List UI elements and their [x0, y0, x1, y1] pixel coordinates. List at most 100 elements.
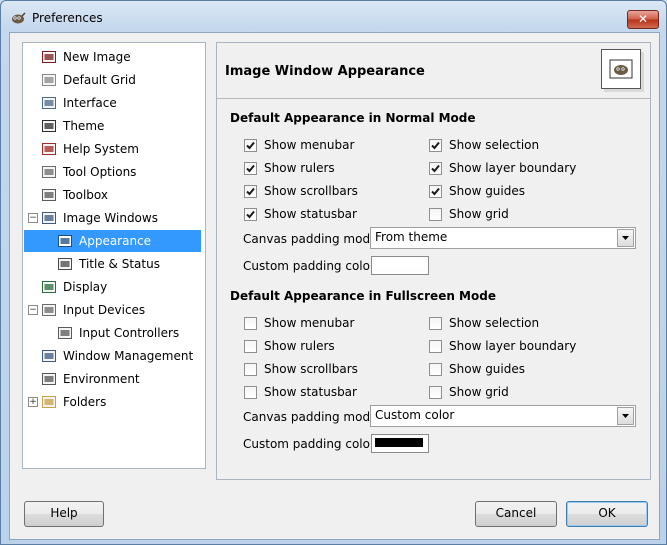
checkbox-label: Show layer boundary [449, 339, 577, 353]
sidebar-item-new-image[interactable]: New Image [24, 46, 202, 68]
theme-icon [41, 118, 57, 134]
window-management-icon [41, 348, 57, 364]
expand-icon[interactable]: + [28, 397, 38, 407]
sidebar-item-help-system[interactable]: Help System [24, 138, 202, 160]
environment-icon [41, 371, 57, 387]
checkbox-empty-icon[interactable] [244, 363, 257, 376]
display-icon [41, 279, 57, 295]
sidebar-item-appearance[interactable]: Appearance [24, 230, 201, 252]
sidebar-item-input-controllers[interactable]: Input Controllers [24, 322, 202, 344]
sidebar-item-interface[interactable]: Interface [24, 92, 202, 114]
tool-options-icon [41, 164, 57, 180]
checkmark-icon[interactable] [244, 139, 257, 152]
checkmark-icon[interactable] [244, 162, 257, 175]
checkbox-label: Show statusbar [264, 207, 357, 221]
sidebar-item-label: Help System [63, 142, 139, 156]
checkbox-label: Show grid [449, 385, 509, 399]
checkbox-label: Show guides [449, 362, 526, 376]
gimp-app-icon [10, 11, 26, 25]
sidebar-item-label: Display [63, 280, 108, 294]
appearance-page-icon [601, 49, 641, 89]
chevron-down-icon[interactable] [617, 407, 634, 425]
checkmark-icon[interactable] [244, 185, 257, 198]
sidebar-item-theme[interactable]: Theme [24, 115, 202, 137]
interface-icon [41, 95, 57, 111]
checkbox-empty-icon[interactable] [429, 363, 442, 376]
sidebar-item-label: Interface [63, 96, 117, 110]
sidebar-item-window-management[interactable]: Window Management [24, 345, 202, 367]
checkbox-label: Show scrollbars [264, 362, 358, 376]
checkmark-icon[interactable] [429, 139, 442, 152]
sidebar-item-tool-options[interactable]: Tool Options [24, 161, 202, 183]
sidebar-item-title-status[interactable]: Title & Status [24, 253, 202, 275]
sidebar-item-folders[interactable]: + Folders [24, 391, 202, 413]
cancel-button-label: Cancel [495, 506, 537, 520]
normal-padding-color-label: Custom padding color: [243, 259, 379, 273]
image-windows-icon [41, 210, 57, 226]
input-controllers-icon [57, 325, 73, 341]
title-status-icon [57, 256, 73, 272]
grid-icon [41, 72, 57, 88]
chevron-down-icon[interactable] [617, 229, 634, 247]
sidebar-item-toolbox[interactable]: Toolbox [24, 184, 202, 206]
dialog-body: New Image Default Grid Interface Theme Help … [9, 32, 660, 540]
sidebar-item-environment[interactable]: Environment [24, 368, 202, 390]
checkbox-empty-icon[interactable] [244, 317, 257, 330]
checkbox-label: Show rulers [264, 161, 335, 175]
checkbox-empty-icon[interactable] [429, 317, 442, 330]
sidebar-item-image-windows[interactable]: − Image Windows [24, 207, 202, 229]
checkbox-label: Show guides [449, 184, 526, 198]
checkbox-label: Show rulers [264, 339, 335, 353]
checkbox-label: Show menubar [264, 316, 355, 330]
help-system-icon [41, 141, 57, 157]
sidebar-item-label: Theme [63, 119, 105, 133]
fullscreen-padding-mode-select[interactable]: Custom color [370, 405, 636, 427]
collapse-icon[interactable]: − [28, 213, 38, 223]
sidebar-item-label: Input Devices [63, 303, 146, 317]
checkbox-empty-icon[interactable] [429, 386, 442, 399]
ok-button-label: OK [598, 506, 616, 520]
sidebar-item-label: Title & Status [79, 257, 160, 271]
sidebar-item-input-devices[interactable]: − Input Devices [24, 299, 202, 321]
checkbox-empty-icon[interactable] [429, 208, 442, 221]
checkbox-label: Show menubar [264, 138, 355, 152]
normal-padding-mode-label: Canvas padding mode: [243, 232, 382, 246]
fullscreen-mode-heading: Default Appearance in Fullscreen Mode [230, 289, 496, 303]
normal-padding-color-swatch [375, 260, 423, 269]
checkbox-label: Show layer boundary [449, 161, 577, 175]
folders-icon [41, 394, 57, 410]
sidebar-item-label: Toolbox [63, 188, 108, 202]
checkbox-label: Show scrollbars [264, 184, 358, 198]
cancel-button[interactable]: Cancel [475, 501, 557, 527]
sidebar-item-label: Appearance [79, 234, 152, 248]
sidebar-item-label: Tool Options [63, 165, 137, 179]
fullscreen-padding-color-label: Custom padding color: [243, 437, 379, 451]
checkbox-empty-icon[interactable] [429, 340, 442, 353]
checkmark-icon[interactable] [244, 208, 257, 221]
checkmark-icon[interactable] [429, 162, 442, 175]
ok-button[interactable]: OK [566, 501, 648, 527]
checkbox-empty-icon[interactable] [244, 340, 257, 353]
sidebar-item-label: Environment [63, 372, 140, 386]
title-bar[interactable]: Preferences ✕ [1, 1, 666, 35]
help-button[interactable]: Help [24, 501, 104, 527]
sidebar-item-display[interactable]: Display [24, 276, 202, 298]
help-button-label: Help [50, 506, 78, 520]
fullscreen-padding-color-button[interactable] [371, 434, 429, 453]
close-button[interactable]: ✕ [627, 10, 659, 29]
collapse-icon[interactable]: − [28, 305, 38, 315]
close-icon: ✕ [637, 12, 649, 26]
window-title: Preferences [32, 11, 103, 25]
normal-padding-mode-value: From theme [375, 230, 448, 244]
fullscreen-padding-mode-value: Custom color [375, 408, 455, 422]
normal-padding-mode-select[interactable]: From theme [370, 227, 636, 249]
fullscreen-padding-color-swatch [375, 438, 423, 447]
checkmark-icon[interactable] [429, 185, 442, 198]
checkbox-label: Show selection [449, 316, 540, 330]
sidebar-item-default-grid[interactable]: Default Grid [24, 69, 202, 91]
settings-panel: Image Window Appearance Default Appearan… [216, 42, 651, 480]
sidebar-item-label: Folders [63, 395, 107, 409]
checkbox-empty-icon[interactable] [244, 386, 257, 399]
normal-mode-heading: Default Appearance in Normal Mode [230, 111, 476, 125]
normal-padding-color-button[interactable] [371, 256, 429, 275]
